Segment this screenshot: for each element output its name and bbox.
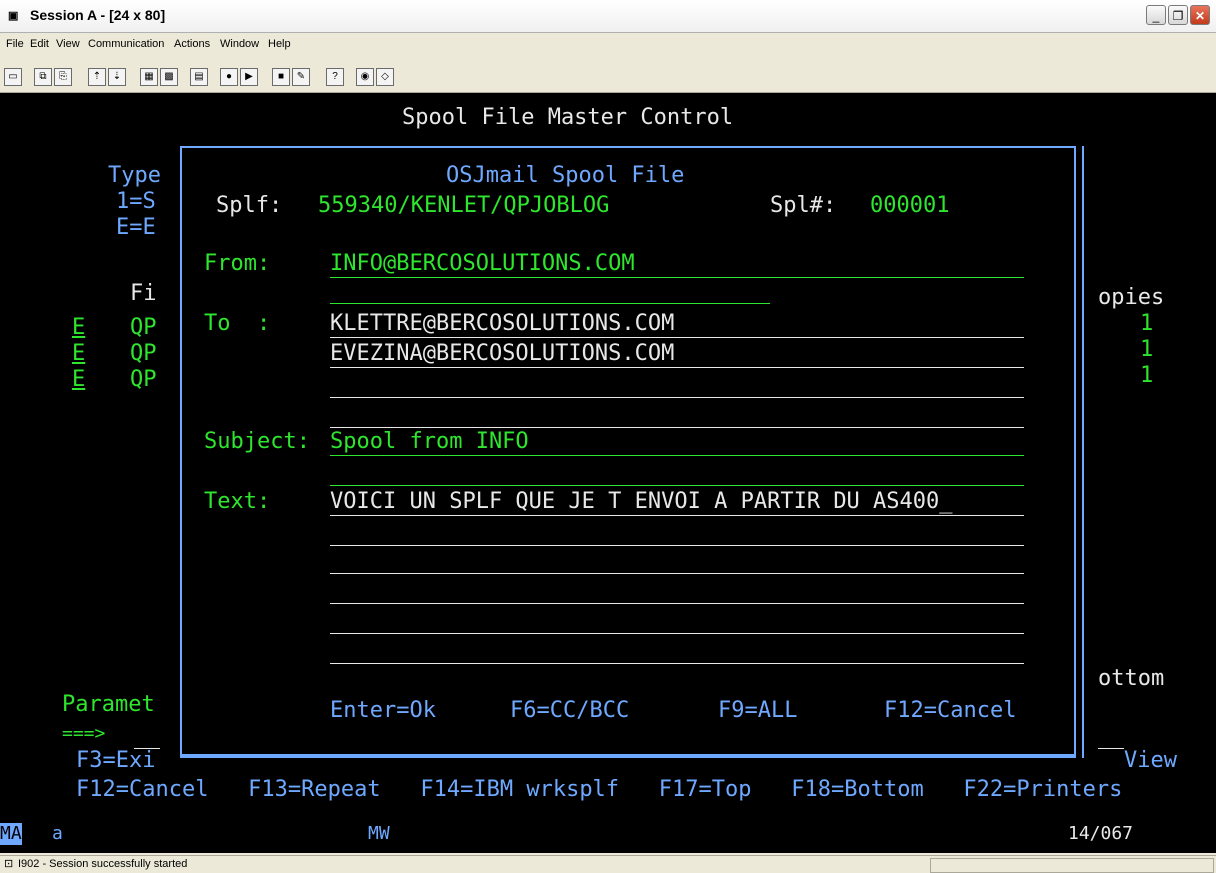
help-icon[interactable]: ? — [326, 68, 344, 86]
function-keys-line[interactable]: F12=Cancel F13=Repeat F14=IBM wrksplf F1… — [76, 777, 1122, 803]
popup-border — [180, 754, 1076, 758]
receive-file-icon[interactable]: ⇣ — [108, 68, 126, 86]
row-option[interactable]: E — [72, 315, 85, 341]
play-macro-icon[interactable]: ▶ — [240, 68, 258, 86]
print-screen-icon[interactable]: ▭ — [4, 68, 22, 86]
command-input-end — [1098, 748, 1124, 749]
paste-icon[interactable]: ⎘ — [54, 68, 72, 86]
parameters-label: Paramet — [62, 692, 155, 717]
option-1: 1=S — [116, 189, 156, 214]
keypad-icon[interactable]: ▩ — [160, 68, 178, 86]
display-icon[interactable]: ▦ — [140, 68, 158, 86]
popup-border — [1082, 146, 1084, 758]
title-bar: ▣ Session A - [24 x 80] _ ❐ ✕ — [0, 0, 1216, 33]
copies-column-header: opies — [1098, 285, 1165, 310]
menu-file[interactable]: File — [6, 38, 24, 50]
row-copies: 1 — [1140, 337, 1154, 362]
row-file: QP — [130, 315, 157, 340]
row-copies: 1 — [1140, 311, 1154, 336]
menu-actions[interactable]: Actions — [174, 38, 210, 50]
status-panel — [930, 858, 1214, 873]
screen-title: Spool File Master Control — [402, 105, 734, 130]
copy-icon[interactable]: ⧉ — [34, 68, 52, 86]
command-prompt: ===> — [62, 723, 106, 744]
cursor-position: 14/067 — [1068, 823, 1134, 844]
ma-indicator: MA — [0, 823, 22, 845]
macro-icon[interactable]: ▤ — [190, 68, 208, 86]
session-icon[interactable]: ▣ — [8, 9, 24, 23]
row-option[interactable]: E — [72, 367, 85, 393]
menu-window[interactable]: Window — [220, 38, 259, 50]
menu-communication[interactable]: Communication — [88, 38, 164, 50]
popup-window — [180, 146, 1076, 758]
window-title: Session A - [24 x 80] — [30, 7, 166, 23]
oia-indicator: a — [52, 823, 63, 844]
row-file: QP — [130, 367, 157, 392]
minimize-button[interactable]: _ — [1146, 5, 1166, 25]
bottom-indicator: ottom — [1098, 666, 1165, 691]
session-status-icon: ⊡ — [4, 858, 14, 870]
type-label: Type — [108, 163, 161, 188]
toolbar: ▭ ⧉ ⎘ ⇡ ⇣ ▦ ▩ ▤ ● ▶ ■ ✎ ? ◉ ◇ — [0, 62, 1216, 93]
send-file-icon[interactable]: ⇡ — [88, 68, 106, 86]
row-file: QP — [130, 341, 157, 366]
f3-exit-key[interactable]: F3=Exi — [76, 748, 155, 774]
menu-edit[interactable]: Edit — [30, 38, 49, 50]
option-2: E=E — [116, 215, 156, 240]
menu-bar: File Edit View Communication Actions Win… — [0, 36, 1216, 56]
file-column-header: Fi — [130, 281, 157, 306]
stop-macro-icon[interactable]: ■ — [272, 68, 290, 86]
menu-help[interactable]: Help — [268, 38, 291, 50]
disconnect-icon[interactable]: ◇ — [376, 68, 394, 86]
maximize-button[interactable]: ❐ — [1168, 5, 1188, 25]
close-button[interactable]: ✕ — [1190, 5, 1210, 25]
customize-icon[interactable]: ✎ — [292, 68, 310, 86]
mw-indicator: MW — [368, 823, 390, 844]
row-option[interactable]: E — [72, 341, 85, 367]
row-copies: 1 — [1140, 363, 1154, 388]
connect-icon[interactable]: ◉ — [356, 68, 374, 86]
view-key[interactable]: View — [1124, 748, 1177, 774]
record-macro-icon[interactable]: ● — [220, 68, 238, 86]
status-message: I902 - Session successfully started — [18, 858, 188, 870]
menu-view[interactable]: View — [56, 38, 80, 50]
status-bar: ⊡ I902 - Session successfully started — [0, 855, 1216, 873]
